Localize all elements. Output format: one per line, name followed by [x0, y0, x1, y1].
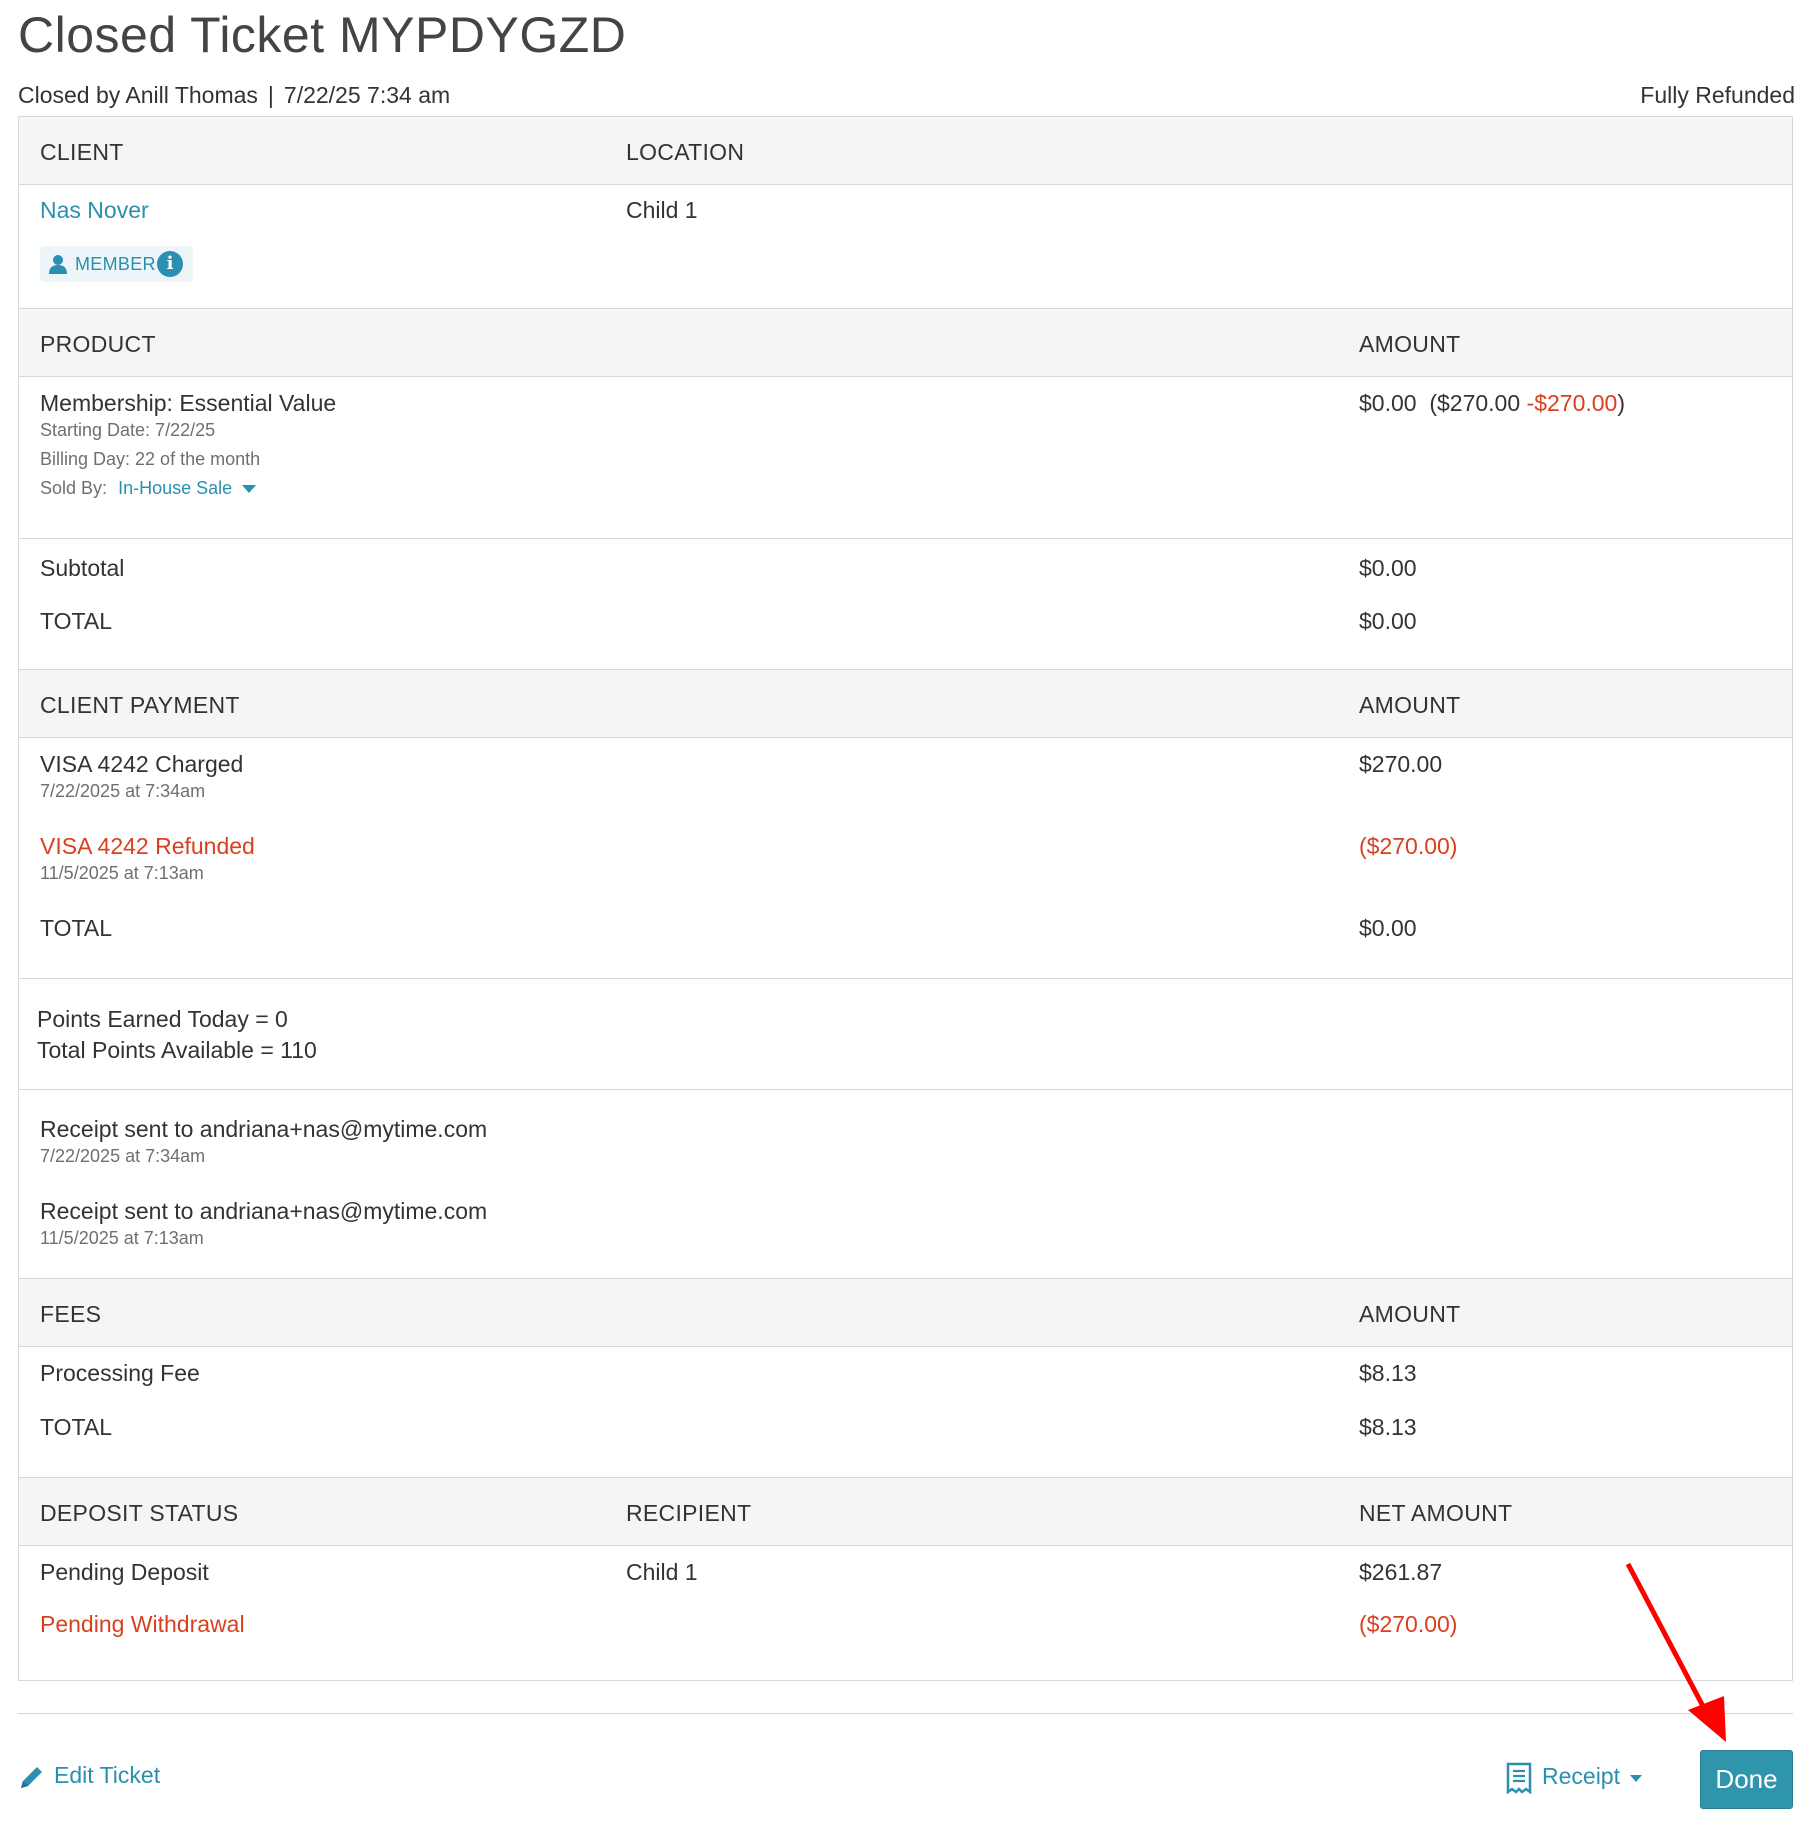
closed-at: 7/22/25 7:34 am — [283, 82, 451, 108]
amount-column-header: AMOUNT — [1359, 331, 1461, 357]
done-button[interactable]: Done — [1700, 1750, 1793, 1809]
withdrawal-net-amount: ($270.00) — [1359, 1611, 1458, 1637]
sold-by: Sold By: In-House Sale — [40, 478, 257, 499]
client-name-link[interactable]: Nas Nover — [40, 197, 149, 224]
location-column-header: LOCATION — [626, 139, 745, 165]
payment-amount-header: AMOUNT — [1359, 692, 1461, 718]
points-available: Total Points Available = 110 — [37, 1037, 317, 1063]
edit-ticket-label: Edit Ticket — [54, 1762, 161, 1788]
deposit-status-header: DEPOSIT STATUS — [40, 1500, 239, 1526]
starting-date: Starting Date: 7/22/25 — [40, 420, 216, 440]
payment-refunded-date: 11/5/2025 at 7:13am — [40, 863, 204, 883]
client-header-row: CLIENT LOCATION — [19, 116, 1792, 185]
client-column-header: CLIENT — [40, 139, 124, 165]
payment-refunded-amount: ($270.00) — [1359, 833, 1458, 859]
product-amount-discount: -$270.00 — [1526, 390, 1618, 416]
net-amount-header: NET AMOUNT — [1359, 1500, 1513, 1526]
payment-charged-label: VISA 4242 Charged — [40, 751, 244, 777]
product-header-row: PRODUCT AMOUNT — [19, 308, 1792, 377]
receipt-sent-1-date: 7/22/2025 at 7:34am — [40, 1146, 206, 1166]
member-label: MEMBER — [75, 254, 156, 274]
refund-status: Fully Refunded — [1640, 82, 1795, 108]
edit-ticket-button[interactable]: Edit Ticket — [18, 1762, 160, 1791]
processing-fee-value: $8.13 — [1359, 1360, 1417, 1386]
payment-total-label: TOTAL — [40, 915, 112, 941]
product-amount: $0.00 ($270.00 -$270.00) — [1359, 390, 1625, 417]
sold-by-label: Sold By: — [40, 478, 108, 498]
product-amount-original: ($270.00 — [1429, 390, 1521, 416]
receipt-label: Receipt — [1542, 1763, 1620, 1790]
info-icon[interactable]: i — [157, 251, 183, 277]
deposit-net-amount: $261.87 — [1359, 1559, 1443, 1585]
fees-total-label: TOTAL — [40, 1414, 112, 1440]
payment-refunded-label: VISA 4242 Refunded — [40, 833, 255, 859]
product-column-header: PRODUCT — [40, 331, 156, 357]
product-amount-close: ) — [1617, 390, 1626, 416]
subtotal-label: Subtotal — [40, 555, 125, 581]
receipt-icon — [1506, 1762, 1532, 1795]
person-icon — [49, 255, 67, 274]
closed-ticket-page: Closed Ticket MYPDYGZD Closed by Anill T… — [18, 0, 1795, 1834]
processing-fee-label: Processing Fee — [40, 1360, 200, 1386]
footer-divider — [18, 1713, 1793, 1714]
withdrawal-status: Pending Withdrawal — [40, 1611, 245, 1637]
receipt-sent-1: Receipt sent to andriana+nas@mytime.com — [40, 1116, 488, 1142]
recipient-header: RECIPIENT — [626, 1500, 752, 1526]
page-title: Closed Ticket MYPDYGZD — [18, 7, 627, 63]
divider — [19, 1089, 1792, 1090]
receipt-dropdown-button[interactable]: Receipt — [1506, 1762, 1642, 1795]
deposit-header-row: DEPOSIT STATUS RECIPIENT NET AMOUNT — [19, 1477, 1792, 1546]
chevron-down-icon — [242, 485, 257, 494]
fees-total-value: $8.13 — [1359, 1414, 1417, 1440]
product-amount-main: $0.00 — [1359, 390, 1417, 416]
total-value: $0.00 — [1359, 608, 1417, 634]
deposit-recipient: Child 1 — [626, 1559, 698, 1585]
sold-by-dropdown[interactable]: In-House Sale — [118, 478, 257, 498]
payment-charged-date: 7/22/2025 at 7:34am — [40, 781, 206, 801]
receipt-sent-2-date: 11/5/2025 at 7:13am — [40, 1228, 204, 1248]
deposit-status: Pending Deposit — [40, 1559, 209, 1585]
meta-separator: | — [267, 82, 274, 108]
product-name: Membership: Essential Value — [40, 390, 337, 416]
pencil-icon — [21, 1766, 42, 1788]
closed-by: Closed by Anill Thomas — [18, 82, 258, 108]
divider — [19, 538, 1792, 539]
fees-column-header: FEES — [40, 1301, 102, 1327]
subtotal-value: $0.00 — [1359, 555, 1417, 581]
ticket-card: CLIENT LOCATION Nas Nover MEMBER i Child… — [18, 116, 1793, 1681]
member-badge[interactable]: MEMBER i — [40, 246, 193, 282]
closed-by-meta: Closed by Anill Thomas | 7/22/25 7:34 am — [18, 82, 450, 109]
sold-by-value: In-House Sale — [118, 478, 233, 498]
payment-column-header: CLIENT PAYMENT — [40, 692, 240, 718]
payment-total-value: $0.00 — [1359, 915, 1417, 941]
chevron-down-icon — [1629, 1774, 1642, 1782]
payment-charged-amount: $270.00 — [1359, 751, 1443, 777]
divider — [19, 978, 1792, 979]
fees-header-row: FEES AMOUNT — [19, 1278, 1792, 1347]
points-earned: Points Earned Today = 0 — [37, 1006, 288, 1032]
receipt-sent-2: Receipt sent to andriana+nas@mytime.com — [40, 1198, 488, 1224]
fees-amount-header: AMOUNT — [1359, 1301, 1461, 1327]
total-label: TOTAL — [40, 608, 112, 634]
payment-header-row: CLIENT PAYMENT AMOUNT — [19, 669, 1792, 738]
billing-day: Billing Day: 22 of the month — [40, 449, 261, 469]
location-value: Child 1 — [626, 197, 698, 223]
